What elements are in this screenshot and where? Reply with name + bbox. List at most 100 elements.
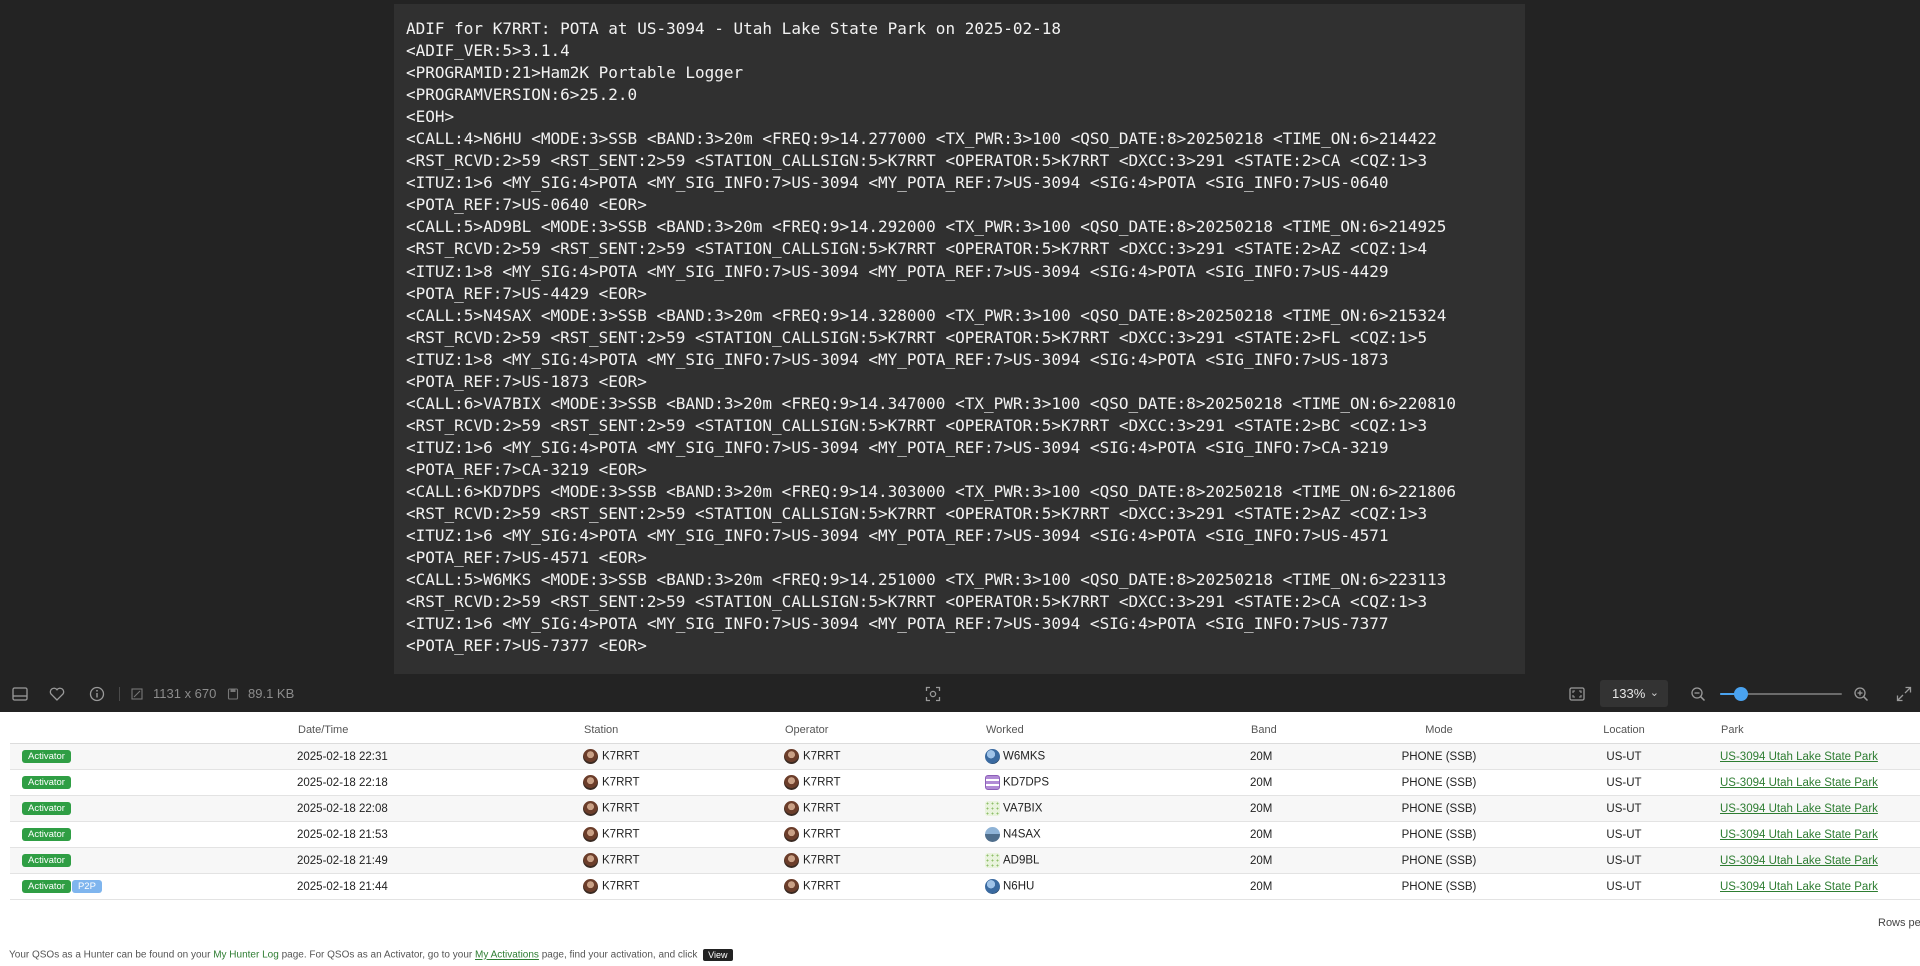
table-body: Activator 2025-02-18 22:31 K7RRT K7RRT W6MKS… — [10, 743, 1920, 900]
station-cell: K7RRT — [583, 743, 784, 770]
adif-line: <ITUZ:1>8 <MY_SIG:4>POTA <MY_SIG_INFO:7>… — [406, 261, 1389, 281]
dimensions-icon — [130, 675, 144, 712]
datetime-cell: 2025-02-18 22:18 — [297, 769, 583, 796]
adif-text: ADIF for K7RRT: POTA at US-3094 - Utah L… — [406, 18, 1525, 657]
worked-cell: KD7DPS — [985, 769, 1250, 796]
operator-cell-callsign[interactable]: K7RRT — [803, 829, 841, 841]
park-link[interactable]: US-3094 Utah Lake State Park — [1720, 777, 1878, 789]
table-row[interactable]: Activator P2P 2025-02-18 21:44 K7RRT K7RRT N6… — [10, 873, 1920, 900]
p2p-badge: P2P — [71, 880, 102, 893]
table-row[interactable]: Activator 2025-02-18 21:53 K7RRT K7RRT N4SAX… — [10, 821, 1920, 848]
heart-icon[interactable] — [43, 675, 71, 712]
park-link[interactable]: US-3094 Utah Lake State Park — [1720, 751, 1878, 763]
type-cell: Activator — [10, 847, 297, 874]
adif-line: <RST_RCVD:2>59 <RST_SENT:2>59 <STATION_C… — [406, 592, 1428, 612]
avatar — [583, 827, 598, 842]
col-header-station[interactable]: Station — [583, 717, 784, 744]
pattern-icon — [985, 801, 1000, 816]
viewer-toolbar: 1131 x 670 89.1 KB 133% ⌄ — [0, 675, 1920, 712]
toolbar-divider — [119, 687, 120, 701]
view-chip: View — [703, 949, 733, 961]
activator-badge: Activator — [22, 828, 71, 841]
adif-line: <RST_RCVD:2>59 <RST_SENT:2>59 <STATION_C… — [406, 415, 1428, 435]
worked-callsign[interactable]: VA7BIX — [1003, 803, 1042, 815]
operator-cell: K7RRT — [784, 743, 985, 770]
band-cell: 20M — [1250, 821, 1350, 848]
activator-badge: Activator — [22, 750, 71, 763]
adif-line: <RST_RCVD:2>59 <RST_SENT:2>59 <STATION_C… — [406, 504, 1428, 524]
worked-cell: N4SAX — [985, 821, 1250, 848]
zoom-slider-thumb[interactable] — [1733, 687, 1748, 701]
col-header-datetime[interactable]: Date/Time — [297, 717, 583, 744]
adif-line: <CALL:4>N6HU <MODE:3>SSB <BAND:3>20m <FR… — [406, 129, 1437, 149]
worked-callsign[interactable]: KD7DPS — [1003, 777, 1049, 789]
col-header-park[interactable]: Park — [1720, 717, 1920, 744]
avatar — [583, 775, 598, 790]
operator-cell-callsign[interactable]: K7RRT — [803, 803, 841, 815]
park-link[interactable]: US-3094 Utah Lake State Park — [1720, 829, 1878, 841]
rows-per-page-label: Rows per — [1878, 917, 1920, 929]
location-cell: US-UT — [1528, 743, 1720, 770]
zoom-out-icon[interactable] — [1684, 675, 1712, 712]
adif-line: <ITUZ:1>8 <MY_SIG:4>POTA <MY_SIG_INFO:7>… — [406, 349, 1389, 369]
table-row[interactable]: Activator 2025-02-18 22:31 K7RRT K7RRT W6MKS… — [10, 743, 1920, 770]
avatar — [583, 879, 598, 894]
table-row[interactable]: Activator 2025-02-18 22:08 K7RRT K7RRT VA7BI… — [10, 795, 1920, 822]
station-cell-callsign[interactable]: K7RRT — [602, 855, 640, 867]
col-header-band[interactable]: Band — [1250, 717, 1350, 744]
worked-callsign[interactable]: N4SAX — [1003, 829, 1041, 841]
col-header-operator[interactable]: Operator — [784, 717, 985, 744]
my-hunter-log-link[interactable]: My Hunter Log — [213, 950, 279, 961]
info-icon[interactable] — [83, 675, 111, 712]
col-header-location[interactable]: Location — [1528, 717, 1720, 744]
station-cell-callsign[interactable]: K7RRT — [602, 829, 640, 841]
mode-cell: PHONE (SSB) — [1350, 847, 1528, 874]
zoom-in-icon[interactable] — [1847, 675, 1875, 712]
col-header-mode[interactable]: Mode — [1350, 717, 1528, 744]
my-activations-link[interactable]: My Activations — [475, 950, 539, 961]
avatar — [784, 801, 799, 816]
col-header-worked[interactable]: Worked — [985, 717, 1250, 744]
station-cell-callsign[interactable]: K7RRT — [602, 881, 640, 893]
fit-to-window-icon[interactable] — [1563, 675, 1591, 712]
type-cell: Activator — [10, 821, 297, 848]
adif-line: ADIF for K7RRT: POTA at US-3094 - Utah L… — [406, 19, 1062, 38]
park-link[interactable]: US-3094 Utah Lake State Park — [1720, 855, 1878, 867]
park-link[interactable]: US-3094 Utah Lake State Park — [1720, 803, 1878, 815]
grid-icon — [985, 775, 1000, 790]
worked-callsign[interactable]: N6HU — [1003, 881, 1034, 893]
adif-line: <ITUZ:1>6 <MY_SIG:4>POTA <MY_SIG_INFO:7>… — [406, 614, 1389, 634]
operator-cell-callsign[interactable]: K7RRT — [803, 881, 841, 893]
operator-cell-callsign[interactable]: K7RRT — [803, 751, 841, 763]
avatar — [784, 879, 799, 894]
pattern-icon — [985, 853, 1000, 868]
zoom-select[interactable]: 133% ⌄ — [1600, 680, 1668, 707]
fullscreen-icon[interactable] — [1890, 675, 1918, 712]
gallery-toggle-icon[interactable] — [6, 675, 34, 712]
mode-cell: PHONE (SSB) — [1350, 873, 1528, 900]
station-cell-callsign[interactable]: K7RRT — [602, 751, 640, 763]
footer-text-3: page, find your activation, and click — [538, 949, 701, 961]
datetime-cell: 2025-02-18 21:44 — [297, 873, 583, 900]
adif-line: <ADIF_VER:5>3.1.4 — [406, 41, 570, 61]
park-link[interactable]: US-3094 Utah Lake State Park — [1720, 881, 1878, 893]
qso-table: Date/Time Station Operator Worked Band M… — [10, 717, 1920, 900]
station-cell-callsign[interactable]: K7RRT — [602, 777, 640, 789]
datetime-cell: 2025-02-18 21:53 — [297, 821, 583, 848]
operator-cell-callsign[interactable]: K7RRT — [803, 855, 841, 867]
worked-callsign[interactable]: AD9BL — [1003, 855, 1039, 867]
mode-cell: PHONE (SSB) — [1350, 821, 1528, 848]
zoom-slider[interactable] — [1720, 687, 1842, 701]
mode-cell: PHONE (SSB) — [1350, 795, 1528, 822]
screenshot-icon[interactable] — [919, 675, 947, 712]
station-cell-callsign[interactable]: K7RRT — [602, 803, 640, 815]
worked-callsign[interactable]: W6MKS — [1003, 751, 1045, 763]
table-row[interactable]: Activator 2025-02-18 21:49 K7RRT K7RRT AD9BL… — [10, 847, 1920, 874]
location-cell: US-UT — [1528, 847, 1720, 874]
file-size-icon — [226, 675, 240, 712]
adif-line: <POTA_REF:7>CA-3219 <EOR> — [406, 459, 647, 479]
adif-line: <EOH> — [406, 107, 455, 127]
operator-cell-callsign[interactable]: K7RRT — [803, 777, 841, 789]
adif-line: <CALL:5>N4SAX <MODE:3>SSB <BAND:3>20m <F… — [406, 305, 1447, 325]
table-row[interactable]: Activator 2025-02-18 22:18 K7RRT K7RRT KD7DP… — [10, 769, 1920, 796]
